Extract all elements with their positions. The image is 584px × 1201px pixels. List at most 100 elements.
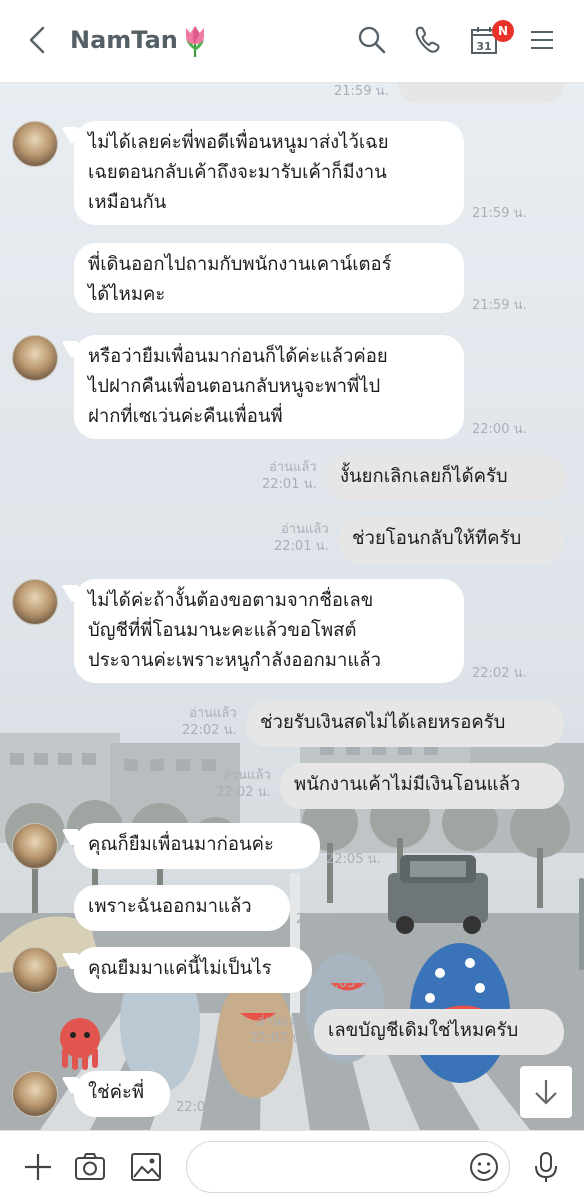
message-timestamp: 22:07 น. xyxy=(250,1031,305,1046)
chevron-left-icon xyxy=(29,26,45,54)
message-timestamp: 22:00 น. xyxy=(472,422,527,437)
message-meta: อ่านแล้ว 22:07 น. xyxy=(250,1013,305,1047)
message-timestamp: 22:05 น. xyxy=(296,912,351,927)
message-timestamp: 22:01 น. xyxy=(262,477,317,492)
chat-area[interactable]: 21:59 น. ไม่ได้เลยค่ะพี่พอดีเพื่อนหนูมาส่… xyxy=(0,83,584,1130)
message-text: บัญชีที่พี่โอนมานะคะแล้วขอโพสต์ xyxy=(88,620,357,641)
message-text: ประจานค่ะเพราะหนูกำลังออกมาแล้ว xyxy=(88,650,382,671)
incoming-message-bubble[interactable]: หรือว่ายืมเพื่อนมาก่อนก็ได้ค่ะแล้วค่อยไป… xyxy=(74,335,464,439)
tulip-emoji-icon xyxy=(186,26,204,57)
image-button[interactable] xyxy=(128,1149,164,1185)
contact-avatar[interactable] xyxy=(12,823,58,869)
read-receipt: อ่านแล้ว xyxy=(256,1014,305,1029)
message-meta: 22:02 น. xyxy=(472,665,527,682)
chat-title[interactable]: NamTan xyxy=(70,26,178,54)
contact-avatar[interactable] xyxy=(12,947,58,993)
outgoing-message-bubble[interactable]: เลขบัญชีเดิมใช่ไหมครับ xyxy=(314,1009,564,1055)
message-timestamp: 22:01 น. xyxy=(274,539,329,554)
message-text: เฉยตอนกลับเค้าถึงจะมารับเค้าก็มีงาน xyxy=(88,162,387,183)
message-meta: 21:59 น. xyxy=(472,297,527,314)
message-timestamp: 22:05 น. xyxy=(318,976,373,991)
arrow-down-icon xyxy=(535,1080,557,1105)
message-text: คุณยืมมาแค่นี้ไม่เป็นไร xyxy=(88,958,272,979)
message-meta: 21:59 น. xyxy=(334,83,389,100)
message-text: ช่วยโอนกลับให้ทีครับ xyxy=(352,528,522,549)
message-timestamp: 21:59 น. xyxy=(472,298,527,313)
camera-icon xyxy=(75,1153,105,1180)
contact-avatar[interactable] xyxy=(12,121,58,167)
message-text: พนักงานเค้าไม่มีเงินโอนแล้ว xyxy=(294,774,521,795)
message-text: พี่เดินออกไปถามกับพนักงานเคาน์เตอร์ xyxy=(88,254,392,275)
calendar-day: 31 xyxy=(476,40,491,53)
plus-icon xyxy=(25,1154,51,1180)
incoming-message-bubble[interactable]: คุณยืมมาแค่นี้ไม่เป็นไร xyxy=(74,947,312,993)
camera-button[interactable] xyxy=(72,1149,108,1185)
smiley-icon xyxy=(470,1153,498,1181)
incoming-message-bubble[interactable]: ใช่ค่ะพี่ xyxy=(74,1071,170,1117)
outgoing-message-bubble[interactable]: พนักงานเค้าไม่มีเงินโอนแล้ว xyxy=(280,763,564,809)
message-text: งั้นยกเลิกเลยก็ได้ครับ xyxy=(340,466,508,487)
message-meta: 22:05 น. xyxy=(318,975,373,992)
composer-bar xyxy=(0,1130,584,1201)
message-timestamp: 22:05 น. xyxy=(326,852,381,867)
outgoing-message-bubble[interactable]: งั้นยกเลิกเลยก็ได้ครับ xyxy=(326,455,566,501)
outgoing-message-bubble[interactable]: ช่วยโอนกลับให้ทีครับ xyxy=(338,517,564,563)
incoming-message-bubble[interactable]: ไม่ได้ค่ะถ้างั้นต้องขอตามจากชื่อเลขบัญชี… xyxy=(74,579,464,683)
message-text: ไปฝากคืนเพื่อนตอนกลับหนูจะพาพี่ไป xyxy=(88,376,381,397)
message-text: หรือว่ายืมเพื่อนมาก่อนก็ได้ค่ะแล้วค่อย xyxy=(88,346,388,367)
message-text: ใช่ค่ะพี่ xyxy=(88,1082,145,1103)
message-meta: 22:00 น. xyxy=(472,421,527,438)
chat-header: NamTan 31 N xyxy=(0,0,584,83)
contact-avatar[interactable] xyxy=(12,1071,58,1117)
message-list: 21:59 น. ไม่ได้เลยค่ะพี่พอดีเพื่อนหนูมาส่… xyxy=(0,83,584,1130)
incoming-message-bubble[interactable]: เพราะฉันออกมาแล้ว xyxy=(74,885,290,931)
message-text: ไม่ได้เลยค่ะพี่พอดีเพื่อนหนูมาส่งไว้เฉย xyxy=(88,132,389,153)
search-icon xyxy=(358,26,386,54)
message-meta: อ่านแล้ว 22:02 น. xyxy=(182,705,237,739)
phone-icon xyxy=(415,26,440,53)
message-timestamp: 22:08 น. xyxy=(176,1100,231,1115)
microphone-icon xyxy=(535,1152,557,1182)
message-timestamp: 22:02 น. xyxy=(472,666,527,681)
notification-badge: N xyxy=(492,20,514,42)
message-text: ช่วยรับเงินสดไม่ได้เลยหรอครับ xyxy=(260,712,506,733)
message-text: เลขบัญชีเดิมใช่ไหมครับ xyxy=(328,1020,519,1041)
scroll-to-bottom-button[interactable] xyxy=(520,1066,572,1118)
message-timestamp: 22:02 น. xyxy=(216,785,271,800)
image-icon xyxy=(131,1153,161,1181)
message-meta: อ่านแล้ว 22:02 น. xyxy=(216,767,271,801)
incoming-message-bubble[interactable]: คุณก็ยืมเพื่อนมาก่อนค่ะ xyxy=(74,823,320,869)
read-receipt: อ่านแล้ว xyxy=(280,522,329,537)
incoming-message-bubble[interactable]: ไม่ได้เลยค่ะพี่พอดีเพื่อนหนูมาส่งไว้เฉยเ… xyxy=(74,121,464,225)
message-meta: อ่านแล้ว 22:01 น. xyxy=(274,521,329,555)
message-meta: 21:59 น. xyxy=(472,205,527,222)
message-meta: อ่านแล้ว 22:01 น. xyxy=(262,459,317,493)
incoming-message-bubble[interactable]: พี่เดินออกไปถามกับพนักงานเคาน์เตอร์ได้ไห… xyxy=(74,243,464,313)
outgoing-message-bubble[interactable]: ช่วยรับเงินสดไม่ได้เลยหรอครับ xyxy=(246,701,564,747)
message-timestamp: 21:59 น. xyxy=(472,206,527,221)
search-button[interactable] xyxy=(354,22,390,58)
contact-avatar[interactable] xyxy=(12,335,58,381)
add-button[interactable] xyxy=(20,1149,56,1185)
menu-button[interactable] xyxy=(524,22,560,58)
menu-icon xyxy=(531,31,553,49)
message-text: เพราะฉันออกมาแล้ว xyxy=(88,896,252,917)
back-button[interactable] xyxy=(20,22,56,58)
message-timestamp: 22:02 น. xyxy=(182,723,237,738)
message-meta: 22:05 น. xyxy=(296,911,351,928)
contact-avatar[interactable] xyxy=(12,579,58,625)
message-text: ได้ไหมคะ xyxy=(88,284,166,305)
call-button[interactable] xyxy=(410,22,446,58)
message-text: เหมือนกัน xyxy=(88,192,167,213)
message-text: ไม่ได้ค่ะถ้างั้นต้องขอตามจากชื่อเลข xyxy=(88,590,374,611)
scrollbar[interactable] xyxy=(579,878,584,970)
message-text: ฝากที่เซเว่นค่ะคืนเพื่อนพี่ xyxy=(88,406,283,427)
message-input[interactable] xyxy=(186,1141,510,1193)
read-receipt: อ่านแล้ว xyxy=(268,460,317,475)
outgoing-message-bubble[interactable] xyxy=(398,83,564,103)
voice-button[interactable] xyxy=(528,1149,564,1185)
message-text: คุณก็ยืมเพื่อนมาก่อนค่ะ xyxy=(88,834,274,855)
message-meta: 22:08 น. xyxy=(176,1099,231,1116)
emoji-button[interactable] xyxy=(466,1149,502,1185)
read-receipt: อ่านแล้ว xyxy=(188,706,237,721)
